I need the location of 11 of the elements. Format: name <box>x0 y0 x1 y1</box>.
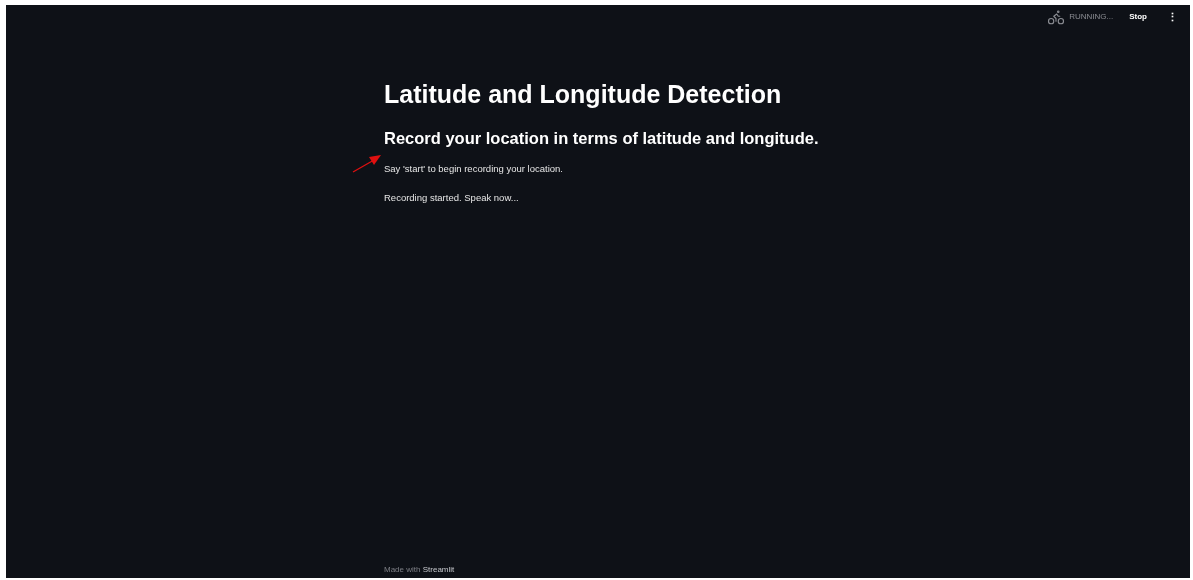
subheading: Record your location in terms of latitude and longitude. <box>384 127 820 149</box>
menu-button[interactable]: ⋮ <box>1163 8 1182 26</box>
stop-button[interactable]: Stop <box>1129 11 1147 23</box>
status-message: Recording started. Speak now... <box>384 190 520 205</box>
footer-text: Made with <box>384 565 422 574</box>
page-title: Latitude and Longitude Detection <box>384 79 783 110</box>
running-status: RUNNING... <box>1069 11 1114 23</box>
status-message: Say 'start' to begin recording your location. <box>384 162 564 177</box>
annotation-arrow <box>352 152 382 174</box>
streamlit-link[interactable]: Streamlit <box>422 565 455 574</box>
bicycle-icon <box>1047 8 1066 26</box>
